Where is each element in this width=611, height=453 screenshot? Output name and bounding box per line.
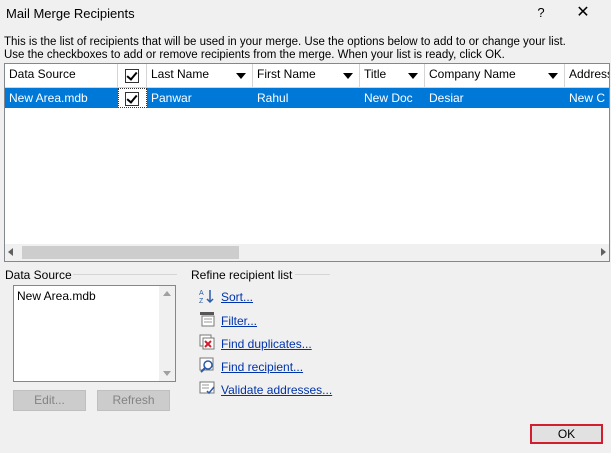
validate-addresses-icon <box>199 381 215 395</box>
column-header-company-name[interactable]: Company Name <box>425 64 565 87</box>
column-header-include[interactable] <box>118 64 147 87</box>
find-duplicates-link[interactable]: Find duplicates... <box>221 337 312 351</box>
column-header-first-name[interactable]: First Name <box>253 64 360 87</box>
chevron-down-icon[interactable] <box>343 73 353 79</box>
scroll-down-icon[interactable] <box>163 371 171 376</box>
help-button[interactable]: ? <box>533 3 549 23</box>
instructions-line-1: This is the list of recipients that will… <box>4 36 566 48</box>
cell-data-source: New Area.mdb <box>9 91 88 105</box>
sort-link[interactable]: Sort... <box>221 290 253 304</box>
find-duplicates-icon <box>199 334 215 350</box>
window-title: Mail Merge Recipients <box>6 6 135 21</box>
cell-last-name: Panwar <box>151 91 192 105</box>
find-recipient-icon <box>199 357 214 373</box>
svg-text:Z: Z <box>199 298 204 304</box>
instructions: This is the list of recipients that will… <box>4 36 608 62</box>
refresh-button[interactable]: Refresh <box>97 390 170 411</box>
chevron-down-icon[interactable] <box>548 73 558 79</box>
chevron-down-icon[interactable] <box>236 73 246 79</box>
validate-addresses-link[interactable]: Validate addresses... <box>221 383 332 397</box>
column-header-title[interactable]: Title <box>360 64 425 87</box>
select-all-checkbox[interactable] <box>125 69 139 83</box>
svg-text:A: A <box>199 290 204 297</box>
edit-button[interactable]: Edit... <box>13 390 86 411</box>
cell-address: New C <box>569 91 606 105</box>
data-source-label: Data Source <box>5 268 72 282</box>
table-row[interactable]: New Area.mdb Panwar Rahul New Doc Desiar… <box>5 88 609 108</box>
filter-icon <box>200 312 215 327</box>
column-header-data-source[interactable]: Data Source <box>5 64 118 87</box>
include-checkbox[interactable] <box>125 92 139 106</box>
scroll-left-icon[interactable] <box>8 248 13 256</box>
validate-addresses-link-row[interactable] <box>199 380 215 399</box>
refine-divider <box>295 274 330 275</box>
list-item[interactable]: New Area.mdb <box>17 289 96 303</box>
scrollbar-thumb[interactable] <box>22 246 239 259</box>
scroll-right-icon[interactable] <box>601 248 606 256</box>
refine-label: Refine recipient list <box>191 268 293 282</box>
close-button[interactable]: ✕ <box>572 3 594 23</box>
vertical-scrollbar[interactable] <box>159 286 175 381</box>
grid-header: Data Source Last Name First Name Title C… <box>5 64 609 88</box>
cell-title: New Doc <box>364 91 413 105</box>
find-recipient-link-row[interactable] <box>199 357 215 376</box>
sort-az-icon: A Z <box>199 290 214 305</box>
filter-link-row[interactable] <box>199 311 215 330</box>
scroll-up-icon[interactable] <box>163 291 171 296</box>
instructions-line-2: Use the checkboxes to add or remove reci… <box>4 49 505 61</box>
column-header-last-name[interactable]: Last Name <box>147 64 253 87</box>
cell-company: Desiar <box>429 91 464 105</box>
cell-include <box>118 88 147 108</box>
find-recipient-link[interactable]: Find recipient... <box>221 360 303 374</box>
cell-first-name: Rahul <box>257 91 289 105</box>
data-source-listbox[interactable]: New Area.mdb <box>13 285 176 382</box>
ok-button[interactable]: OK <box>530 424 603 444</box>
sort-link-row[interactable]: A Z <box>199 288 215 307</box>
chevron-down-icon[interactable] <box>408 73 418 79</box>
horizontal-scrollbar[interactable] <box>5 244 609 261</box>
recipients-grid[interactable]: Data Source Last Name First Name Title C… <box>4 63 610 262</box>
data-source-divider <box>73 274 177 275</box>
filter-link[interactable]: Filter... <box>221 314 257 328</box>
find-duplicates-link-row[interactable] <box>199 334 215 353</box>
column-header-address[interactable]: Address <box>565 64 609 87</box>
